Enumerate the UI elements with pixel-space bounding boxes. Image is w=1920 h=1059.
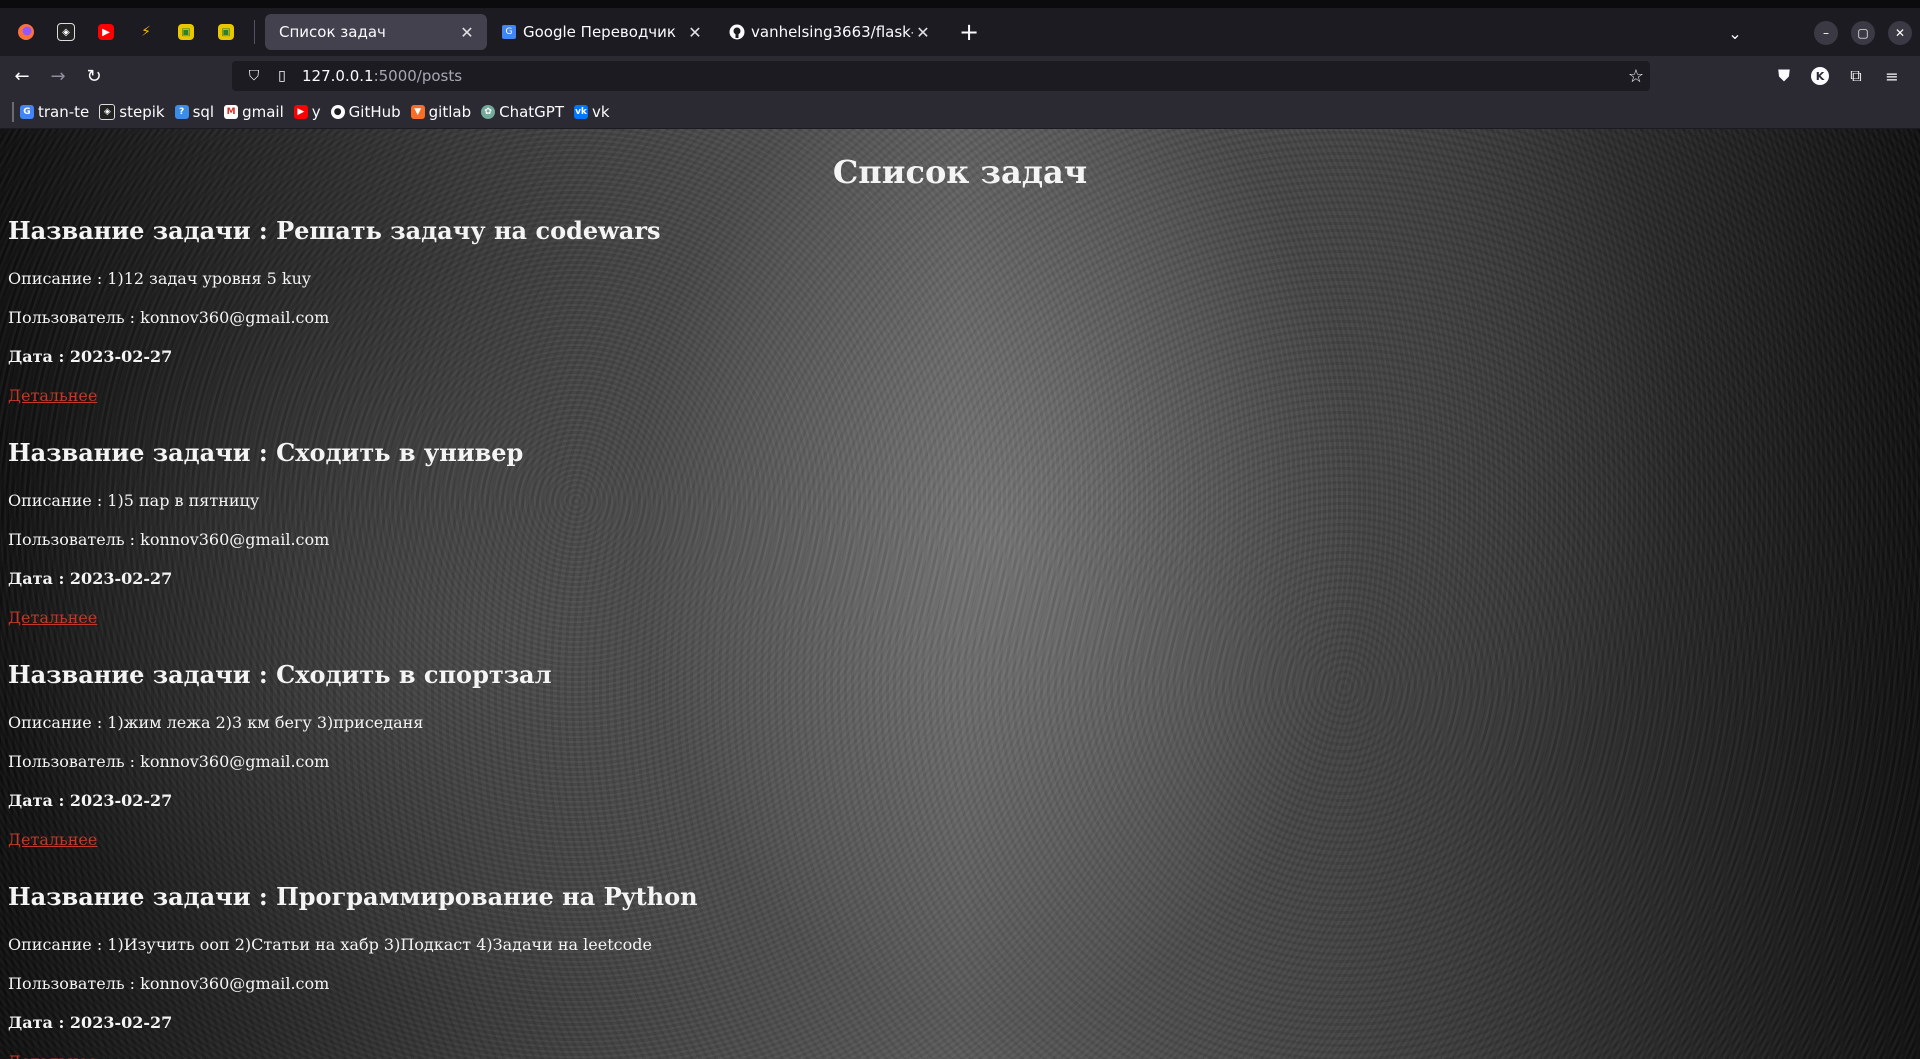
bookmark-label: ChatGPT <box>499 103 564 121</box>
url-path: :5000/posts <box>373 67 463 85</box>
post-description: Описание : 1)5 пар в пятницу <box>8 491 260 510</box>
reload-icon[interactable]: ↻ <box>76 60 112 92</box>
bookmark-label: vk <box>592 103 610 121</box>
minimize-button[interactable]: – <box>1814 21 1838 45</box>
close-icon[interactable]: ✕ <box>457 23 477 42</box>
post-description: Описание : 1)Изучить ооп 2)Статьи на хаб… <box>8 935 652 954</box>
toolbar-right: ⛊ K ⧉ ≡ <box>1766 60 1910 92</box>
pocket-icon[interactable]: ⛊ <box>1766 60 1802 92</box>
post-title: Название задачи : Сходить в спортзал <box>8 660 552 689</box>
bookmark-chatgpt[interactable]: ✿ ChatGPT <box>481 103 564 121</box>
bookmark-label: GitHub <box>348 103 401 121</box>
account-button[interactable]: K <box>1802 60 1838 92</box>
post-details-link[interactable]: Детальнее <box>8 598 1920 637</box>
post-date: Дата : 2023-02-27 <box>8 1013 173 1032</box>
shield-icon[interactable]: ⛉ <box>240 68 268 84</box>
bookmark-label: stepik <box>119 103 165 121</box>
tab-tasks[interactable]: Список задач ✕ <box>265 14 487 50</box>
bookmarks-separator <box>12 102 14 122</box>
post-details-link[interactable]: Детальнее <box>8 1042 1920 1059</box>
post-details-link[interactable]: Детальнее <box>8 376 1920 415</box>
bookmark-gitlab[interactable]: ▼ gitlab <box>410 103 472 121</box>
pinned-tab-stepik-icon[interactable]: ◈ <box>46 12 86 52</box>
bookmark-gmail[interactable]: Mgmail <box>224 103 284 121</box>
translate-icon: G <box>20 105 34 119</box>
pinned-tab-youtube-icon[interactable]: ▶ <box>86 12 126 52</box>
sql-icon: ? <box>174 105 189 119</box>
post-details-link[interactable]: Детальнее <box>8 820 1920 859</box>
tab-title: Список задач <box>279 23 386 41</box>
bookmark-y[interactable]: ▶ y <box>293 103 321 121</box>
window-controls: ⌄ – ▢ ✕ <box>1717 18 1912 48</box>
post-item: Название задачи : Сходить в универ Описа… <box>0 425 1920 637</box>
post-date: Дата : 2023-02-27 <box>8 347 173 366</box>
youtube-icon: ▶ <box>293 105 308 119</box>
firefox-menu-icon[interactable] <box>6 12 46 52</box>
bookmark-vk[interactable]: vk vk <box>574 103 610 121</box>
pinned-tab-chat2-icon[interactable]: ▣ <box>206 12 246 52</box>
tab-github[interactable]: vanhelsing3663/flask-sq ✕ <box>721 14 943 50</box>
pinned-tabs: ◈ ▶ ⚡ ▣ ▣ <box>0 12 246 52</box>
post-user: Пользователь : konnov360@gmail.com <box>8 974 330 993</box>
page-info-icon[interactable]: ▯ <box>268 68 296 84</box>
bookmark-sql[interactable]: ? sql <box>174 103 215 121</box>
url-host: 127.0.0.1 <box>302 67 374 85</box>
maximize-button[interactable]: ▢ <box>1851 21 1875 45</box>
pinned-tab-chat-icon[interactable]: ▣ <box>166 12 206 52</box>
post-date: Дата : 2023-02-27 <box>8 791 173 810</box>
post-date: Дата : 2023-02-27 <box>8 569 173 588</box>
bookmark-stepik[interactable]: ◈ stepik <box>99 103 165 121</box>
tab-title: Google Переводчик <box>523 23 676 41</box>
tab-title: vanhelsing3663/flask-sq <box>751 23 913 41</box>
bookmark-label: sql <box>192 103 215 121</box>
bookmark-label: y <box>311 103 321 121</box>
post-description: Описание : 1)жим лежа 2)3 км бегу 3)прис… <box>8 713 424 732</box>
post-user: Пользователь : konnov360@gmail.com <box>8 530 330 549</box>
gmail-icon: M <box>224 105 239 119</box>
tab-google-translate[interactable]: G Google Переводчик ✕ <box>493 14 715 50</box>
forward-arrow-icon[interactable]: → <box>40 60 76 92</box>
bookmarks-toolbar: Gtran-te ◈ stepik ? sql Mgmail ▶ y ● GitHub … <box>0 96 1920 129</box>
post-title: Название задачи : Решать задачу на codew… <box>8 216 661 245</box>
url-text: 127.0.0.1:5000/posts <box>302 67 462 85</box>
bookmark-star-icon[interactable]: ☆ <box>1628 66 1644 87</box>
page-title: Список задач <box>832 153 1088 191</box>
nav-toolbar: ← → ↻ ⛉ ▯ 127.0.0.1:5000/posts ☆ ⛊ K ⧉ ≡ <box>0 56 1920 96</box>
pinned-tab-lightning-icon[interactable]: ⚡ <box>126 12 166 52</box>
chatgpt-icon: ✿ <box>481 105 496 119</box>
bookmark-label: gmail <box>242 103 284 121</box>
close-icon[interactable]: ✕ <box>913 23 933 42</box>
post-item: Название задачи : Программирование на Py… <box>0 869 1920 1059</box>
account-avatar: K <box>1811 67 1829 85</box>
close-window-button[interactable]: ✕ <box>1888 21 1912 45</box>
bookmark-github[interactable]: ● GitHub <box>330 103 401 121</box>
vk-icon: vk <box>574 105 588 119</box>
tab-separator <box>254 20 255 44</box>
post-user: Пользователь : konnov360@gmail.com <box>8 308 330 327</box>
bookmark-tran-te[interactable]: Gtran-te <box>20 103 89 121</box>
post-user: Пользователь : konnov360@gmail.com <box>8 752 330 771</box>
close-icon[interactable]: ✕ <box>685 23 705 42</box>
google-translate-icon: G <box>501 24 517 40</box>
github-icon <box>729 24 745 40</box>
stepik-icon: ◈ <box>99 104 116 120</box>
post-description: Описание : 1)12 задач уровня 5 kuy <box>8 269 311 288</box>
bookmark-label: tran-te <box>38 103 90 121</box>
url-bar[interactable]: ⛉ ▯ 127.0.0.1:5000/posts ☆ <box>232 61 1650 91</box>
github-icon: ● <box>330 105 345 119</box>
post-title: Название задачи : Сходить в универ <box>8 438 524 467</box>
post-item: Название задачи : Сходить в спортзал Опи… <box>0 647 1920 859</box>
list-all-tabs-chevron-down-icon[interactable]: ⌄ <box>1717 18 1753 48</box>
hamburger-menu-icon[interactable]: ≡ <box>1874 60 1910 92</box>
back-arrow-icon[interactable]: ← <box>4 60 40 92</box>
page-content: Список задач Название задачи : Решать за… <box>0 129 1920 1059</box>
post-item: Название задачи : Решать задачу на codew… <box>0 203 1920 415</box>
title-strip <box>0 0 1920 8</box>
post-title: Название задачи : Программирование на Py… <box>8 882 698 911</box>
extensions-puzzle-icon[interactable]: ⧉ <box>1838 60 1874 92</box>
new-tab-button[interactable]: + <box>953 16 985 48</box>
tab-bar: ◈ ▶ ⚡ ▣ ▣ Список задач ✕ G Google Перево… <box>0 8 1920 56</box>
gitlab-icon: ▼ <box>410 105 425 119</box>
bookmark-label: gitlab <box>428 103 472 121</box>
